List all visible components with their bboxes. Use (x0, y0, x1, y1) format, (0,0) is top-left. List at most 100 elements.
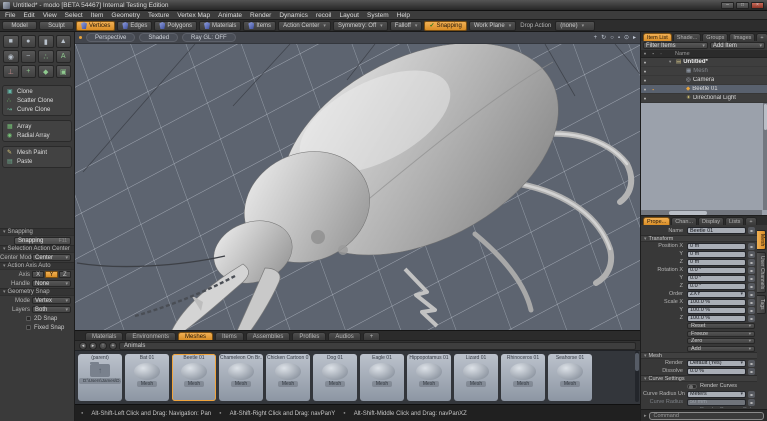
geometry-snap-header[interactable]: Geometry Snap (0, 288, 74, 296)
viewport-corner-icon[interactable] (594, 33, 598, 43)
viewport-corner-icon[interactable] (624, 33, 629, 43)
drop-action-dropdown[interactable]: (none) (555, 21, 595, 31)
preset-card[interactable]: Hippopotamus 01 Mesh (407, 354, 451, 401)
viewport-canvas[interactable] (75, 44, 640, 330)
menu-item[interactable]: Geometry (111, 12, 140, 19)
field-stepper[interactable] (748, 251, 755, 258)
item-list-tab[interactable]: Shade... (673, 33, 702, 41)
value-field[interactable]: 0 m (687, 259, 746, 266)
snap-checkbox-row[interactable]: Fixed Snap (0, 323, 74, 332)
properties-side-tab[interactable]: User Channels (757, 252, 766, 293)
visibility-eye-icon[interactable]: ● (641, 78, 649, 83)
properties-tab[interactable]: Display (698, 217, 724, 225)
field-stepper[interactable] (748, 283, 755, 290)
preset-card[interactable]: Dog 01 Mesh (313, 354, 357, 401)
item-list-row[interactable]: ● Camera (641, 76, 767, 85)
properties-tab[interactable]: + (745, 217, 756, 225)
item-list-tab[interactable]: + (756, 33, 767, 41)
menu-item[interactable]: Texture (148, 12, 169, 19)
back-button[interactable]: ◂ (79, 342, 87, 350)
menu-item[interactable]: Layout (339, 12, 359, 19)
preset-scrollbar[interactable] (635, 351, 639, 402)
work-plane-dropdown[interactable]: Work Plane (469, 21, 516, 31)
menu-item[interactable]: Render (250, 12, 271, 19)
visibility-eye-icon[interactable]: ● (641, 96, 649, 101)
field-stepper[interactable] (748, 299, 755, 306)
field-stepper[interactable] (748, 391, 755, 398)
tool-button[interactable]: Clone (4, 87, 70, 96)
menu-item[interactable]: Item (91, 12, 104, 19)
selection-action-center-header[interactable]: Selection Action Center (0, 245, 74, 253)
viewport-mode-button[interactable]: Ray GL: OFF (182, 33, 236, 42)
preset-card[interactable]: (parent) D:\Users\James\D... (78, 354, 122, 401)
snapping-toggle-button[interactable]: Snapping F11 (14, 237, 71, 245)
menu-item[interactable]: Help (397, 12, 410, 19)
item-list-tab[interactable]: Groups (702, 33, 728, 41)
field-stepper[interactable] (748, 399, 755, 406)
snap-mode-dropdown[interactable]: Vertex (32, 297, 71, 304)
field-stepper[interactable] (748, 227, 755, 234)
add-path-button[interactable]: + (109, 342, 117, 350)
dissolve-field[interactable]: 0.0 % (687, 368, 746, 375)
primitive-tool-button[interactable] (56, 65, 72, 78)
menu-item[interactable]: Edit (23, 12, 34, 19)
viewport-corner-icon[interactable] (633, 33, 636, 43)
item-list-tab[interactable]: Images (729, 33, 755, 41)
tool-button[interactable]: Radial Array (4, 131, 70, 140)
add-item-dropdown[interactable]: Add Item (710, 42, 765, 49)
primitive-tool-button[interactable] (56, 35, 72, 48)
preset-tab[interactable]: Items (215, 332, 244, 340)
preset-card[interactable]: Chameleon On Br... Mesh (219, 354, 263, 401)
preset-tab[interactable]: Environments (125, 332, 176, 340)
component-mode-button[interactable]: Edges (117, 21, 152, 31)
visibility-eye-icon[interactable]: ● (641, 87, 649, 92)
menu-item[interactable]: View (43, 12, 57, 19)
axis-button[interactable]: Z (59, 271, 71, 278)
value-field[interactable]: 0 m (687, 251, 746, 258)
field-stepper[interactable] (748, 267, 755, 274)
item-list-vscrollbar[interactable] (763, 103, 767, 210)
tool-button[interactable]: Paste (4, 157, 70, 166)
transform-action-dropdown[interactable]: Zero (687, 338, 755, 344)
viewport-corner-icon[interactable] (601, 33, 606, 43)
menu-item[interactable]: recoil (316, 12, 332, 19)
properties-tab[interactable]: Prope... (643, 217, 670, 225)
viewport-thumb-icon[interactable] (79, 36, 82, 39)
properties-side-tab[interactable]: Mesh (757, 230, 766, 250)
preset-card[interactable]: Bat 01 Mesh (125, 354, 169, 401)
menu-item[interactable]: Animate (218, 12, 242, 19)
preset-card[interactable]: Rhinoceros 01 Mesh (501, 354, 545, 401)
transform-action-dropdown[interactable]: Add (687, 346, 755, 352)
axis-button[interactable]: Y (45, 271, 57, 278)
close-button[interactable]: × (751, 2, 764, 9)
tool-button[interactable]: Array (4, 122, 70, 131)
viewport-mode-button[interactable]: Perspective (86, 33, 135, 42)
transform-action-dropdown[interactable]: Freeze (687, 331, 755, 337)
primitive-tool-button[interactable] (3, 65, 19, 78)
curve-radius-unit-dropdown[interactable]: Meters (687, 391, 746, 398)
item-list-tab[interactable]: Item List (643, 33, 672, 41)
menu-item[interactable]: Dynamics (279, 12, 308, 19)
render-dropdown[interactable]: Default (Yes) (687, 360, 746, 367)
item-list-row[interactable]: ● Directional Light (641, 94, 767, 103)
value-field[interactable]: 0.0 ° (687, 283, 746, 290)
render-curve-polygons-toggle[interactable] (687, 408, 697, 409)
preset-card[interactable]: Beetle 01 Mesh (172, 354, 216, 401)
item-list-row[interactable]: ● ▾ Untitled* (641, 58, 767, 67)
preset-tab[interactable]: Meshes (178, 332, 213, 340)
snap-checkbox-row[interactable]: 2D Snap (0, 314, 74, 323)
item-list-row[interactable]: ● Beetle 01 (641, 85, 767, 94)
field-stepper[interactable] (748, 291, 755, 298)
action-center-dropdown[interactable]: Action Center (278, 21, 331, 31)
value-field[interactable]: ZXY (687, 291, 746, 298)
name-field[interactable]: Beetle 01 (687, 227, 746, 234)
symmetry-dropdown[interactable]: Symmetry: Off (333, 21, 388, 31)
maximize-button[interactable]: □ (736, 2, 749, 9)
preset-card[interactable]: Lizard 01 Mesh (454, 354, 498, 401)
primitive-tool-button[interactable] (56, 50, 72, 63)
expander-icon[interactable]: ▾ (669, 59, 674, 65)
action-axis-header[interactable]: Action Axis Auto (0, 262, 74, 270)
preset-path[interactable]: Animals (119, 342, 636, 350)
primitive-tool-button[interactable] (21, 65, 37, 78)
menu-item[interactable]: Vertex Map (177, 12, 210, 19)
